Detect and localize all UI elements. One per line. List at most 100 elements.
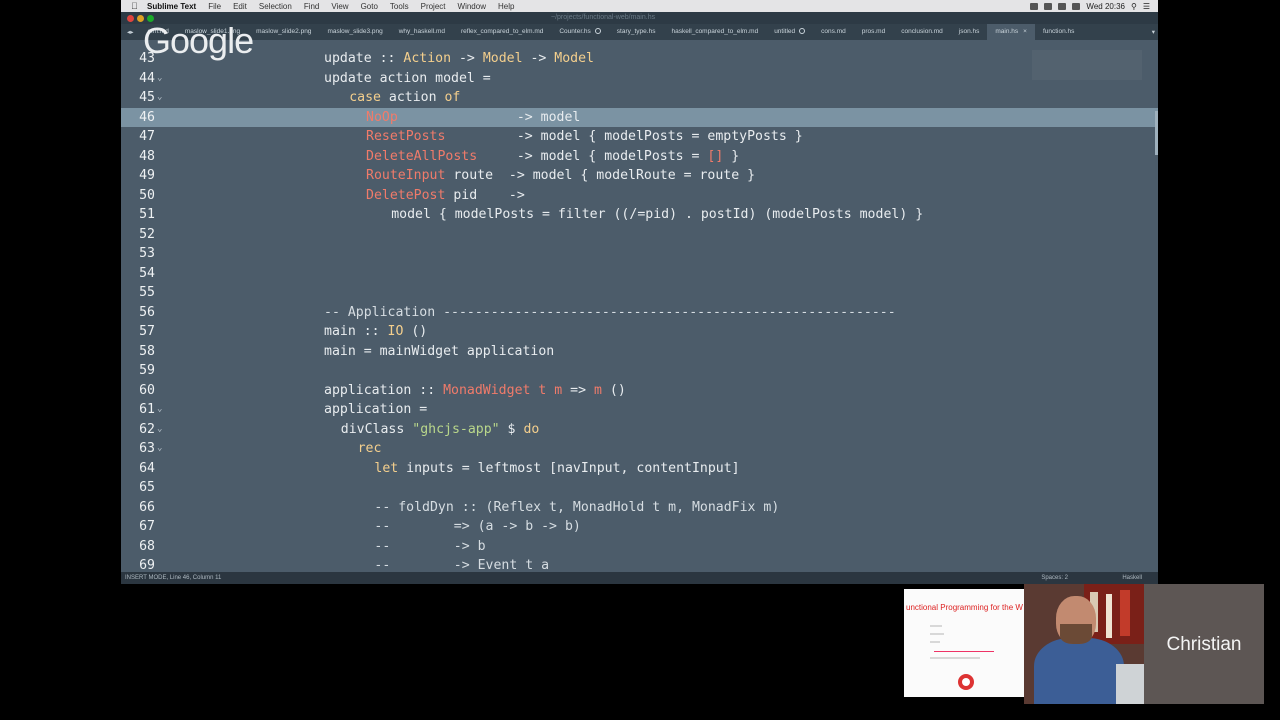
line-number: 44 [139, 70, 155, 86]
code-line[interactable]: 45 ⌄ case action of [121, 88, 1158, 108]
shared-slide-thumbnail[interactable]: unctional Programming for the W [904, 589, 1024, 697]
status-mode: INSERT MODE, Line 46, Column 11 [125, 575, 222, 581]
code-line[interactable]: 65 [121, 478, 1158, 498]
code-line[interactable]: 61 ⌄ application = [121, 400, 1158, 420]
menu-goto[interactable]: Goto [361, 2, 378, 11]
code-line[interactable]: 58 main = mainWidget application [121, 342, 1158, 362]
fold-arrow-icon[interactable]: ⌄ [157, 420, 162, 440]
tab-12[interactable]: conclusion.md [893, 24, 951, 40]
battery-icon[interactable] [1072, 2, 1081, 10]
line-number: 57 [139, 324, 155, 339]
code-line[interactable]: 68 -- -> b [121, 537, 1158, 557]
wifi-icon[interactable] [1058, 2, 1067, 10]
tab-9[interactable]: untitled [766, 24, 813, 40]
line-number: 51 [139, 207, 155, 222]
app-menu[interactable]: Sublime Text [147, 2, 196, 11]
fold-arrow-icon[interactable]: ⌄ [157, 400, 162, 420]
search-icon[interactable]: ⚲ [1131, 2, 1137, 11]
tab-6[interactable]: Counter.hs [551, 24, 608, 40]
fold-arrow-icon[interactable]: ⌄ [157, 69, 162, 89]
menu-find[interactable]: Find [304, 2, 320, 11]
code-line[interactable]: 48 DeleteAllPosts -> model { modelPosts =… [121, 147, 1158, 167]
code-token: divClass [340, 421, 413, 437]
status-indentation[interactable]: Spaces: 2 [1041, 572, 1068, 584]
tab-scroll-arrows-icon[interactable]: ◂▸ [121, 28, 140, 36]
dropbox-icon[interactable] [1044, 2, 1053, 10]
code-line[interactable]: 50 DeletePost pid -> [121, 186, 1158, 206]
menu-list-icon[interactable]: ☰ [1143, 2, 1150, 11]
tab-list-dropdown-icon[interactable]: ▾ [1152, 28, 1155, 36]
code-line[interactable]: 57 main :: IO () [121, 322, 1158, 342]
apple-menu-icon[interactable]:  [131, 1, 141, 11]
close-tab-icon[interactable]: × [1023, 28, 1027, 35]
tab-15[interactable]: function.hs [1035, 24, 1082, 40]
code-line[interactable]: 54 [121, 264, 1158, 284]
tab-label: maslow_slide3.png [327, 28, 383, 35]
scrollbar-thumb[interactable] [1155, 111, 1158, 155]
code-line[interactable]: 67 -- => (a -> b -> b) [121, 517, 1158, 537]
code-text: -- Application -------------------------… [324, 303, 896, 323]
code-line[interactable]: 59 [121, 361, 1158, 381]
line-number: 66 [139, 499, 155, 515]
code-line[interactable]: 53 [121, 244, 1158, 264]
code-line[interactable]: 44 ⌄ update action model = [121, 69, 1158, 89]
fold-arrow-icon[interactable]: ⌄ [157, 88, 162, 108]
code-line[interactable]: 46 NoOp -> model [121, 107, 1158, 127]
code-line[interactable]: 47 ResetPosts -> model { modelPosts = emp… [121, 127, 1158, 147]
code-token: IO [387, 324, 404, 339]
clock[interactable]: Wed 20:36 [1086, 2, 1125, 11]
code-line[interactable]: 60 application :: MonadWidget t m => m () [121, 381, 1158, 401]
code-line[interactable]: 52 [121, 225, 1158, 245]
code-text: update :: Action -> Model -> Model [324, 49, 594, 69]
tab-2[interactable]: maslow_slide2.png [248, 24, 319, 40]
menu-edit[interactable]: Edit [233, 2, 247, 11]
code-token: case [349, 90, 381, 105]
tab-4[interactable]: why_haskell.md [391, 24, 453, 40]
menu-help[interactable]: Help [498, 2, 514, 11]
tab-7[interactable]: stary_type.hs [609, 24, 664, 40]
tab-14[interactable]: main.hs × [987, 24, 1035, 40]
tab-8[interactable]: haskell_compared_to_elm.md [663, 24, 766, 40]
tab-3[interactable]: maslow_slide3.png [319, 24, 390, 40]
code-text: DeletePost pid -> [366, 186, 525, 206]
code-line[interactable]: 62 ⌄ divClass "ghcjs-app" $ do [121, 420, 1158, 440]
code-token: } [723, 148, 740, 164]
menu-file[interactable]: File [208, 2, 221, 11]
tab-10[interactable]: cons.md [813, 24, 854, 40]
code-text: main = mainWidget application [324, 342, 554, 362]
code-token: action [380, 90, 445, 105]
code-token: MonadWidget [443, 382, 531, 398]
code-token: "ghcjs-app" [412, 421, 500, 437]
tab-5[interactable]: reflex_compared_to_elm.md [453, 24, 551, 40]
code-line[interactable]: 56 -- Application -----------------------… [121, 303, 1158, 323]
tab-11[interactable]: pros.md [854, 24, 893, 40]
menu-project[interactable]: Project [421, 2, 446, 11]
code-line[interactable]: 51 model { modelPosts = filter ((/=pid) .… [121, 205, 1158, 225]
participant-tile[interactable]: Christian [1144, 584, 1264, 704]
code-line[interactable]: 64 let inputs = leftmost [navInput, conte… [121, 459, 1158, 479]
code-text: -- => (a -> b -> b) [374, 517, 580, 537]
menu-tools[interactable]: Tools [390, 2, 409, 11]
code-line[interactable]: 55 [121, 283, 1158, 303]
close-window-button[interactable] [127, 15, 134, 22]
code-text: update action model = [324, 69, 491, 89]
code-text: main :: IO () [324, 322, 427, 342]
fold-arrow-icon[interactable]: ⌄ [157, 439, 162, 459]
code-token: -- -> b [374, 538, 486, 554]
code-editor[interactable]: 43 update :: Action -> Model -> Model 44 ⌄ u… [121, 49, 1158, 573]
menu-selection[interactable]: Selection [259, 2, 292, 11]
webcam-feed[interactable] [1024, 584, 1144, 704]
code-token: application [324, 382, 412, 398]
code-line[interactable]: 66 -- foldDyn :: (Reflex t, MonadHold t m… [121, 498, 1158, 518]
menu-view[interactable]: View [331, 2, 348, 11]
code-token: Action [403, 51, 452, 66]
menu-window[interactable]: Window [458, 2, 486, 11]
code-token: application = [324, 402, 428, 417]
camera-icon[interactable] [1030, 2, 1039, 10]
tab-13[interactable]: json.hs [951, 24, 988, 40]
code-line[interactable]: 49 RouteInput route -> model { modelRoute… [121, 166, 1158, 186]
status-syntax[interactable]: Haskell [1122, 572, 1142, 584]
slide-text-line [930, 625, 942, 627]
code-line[interactable]: 43 update :: Action -> Model -> Model [121, 49, 1158, 69]
code-line[interactable]: 63 ⌄ rec [121, 439, 1158, 459]
